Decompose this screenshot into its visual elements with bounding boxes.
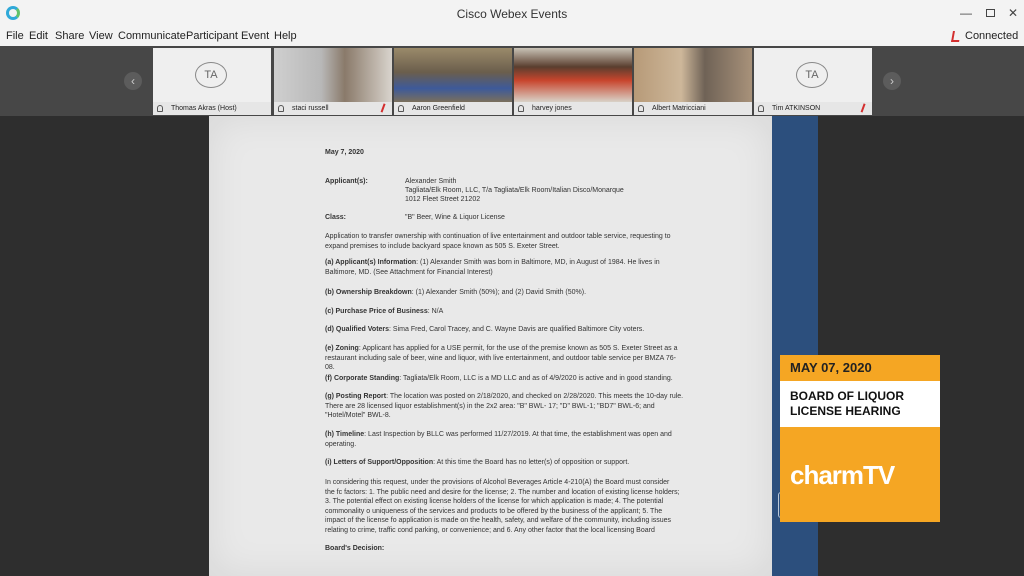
strip-prev-button[interactable]: ‹: [124, 72, 142, 90]
doc-item: (b) Ownership Breakdown: (1) Alexander S…: [325, 288, 685, 298]
maximize-button[interactable]: [980, 4, 1000, 22]
doc-considering: In considering this request, under the p…: [325, 479, 680, 534]
strip-next-button[interactable]: ›: [883, 72, 901, 90]
doc-applicant-line: Tagliata/Elk Room, LLC, T/a Tagliata/Elk…: [405, 187, 624, 194]
doc-item-label: (c) Purchase Price of Business: [325, 308, 428, 315]
participant-tile[interactable]: staci russell: [274, 48, 392, 115]
doc-item-label: (i) Letters of Support/Opposition: [325, 459, 434, 466]
participant-initials: TA: [195, 62, 227, 88]
brand-text: charmTV: [790, 455, 895, 492]
doc-item-label: (d) Qualified Voters: [325, 326, 390, 333]
menu-view[interactable]: View: [89, 30, 113, 42]
participant-name: harvey jones: [514, 102, 632, 115]
doc-class-value: "B" Beer, Wine & Liquor License: [405, 214, 505, 221]
participant-initials: TA: [796, 62, 828, 88]
menu-participant[interactable]: Participant: [186, 30, 238, 42]
doc-item-text: : (1) Alexander Smith (50%); and (2) Dav…: [411, 289, 587, 296]
microphone-icon: [758, 105, 764, 112]
connection-icon: [951, 31, 961, 42]
doc-item-label: (a) Applicant(s) Information: [325, 259, 417, 266]
participant-tile[interactable]: Aaron Greenfield: [394, 48, 512, 115]
participant-name: staci russell: [274, 102, 392, 115]
menu-file[interactable]: File: [6, 30, 24, 42]
menu-edit[interactable]: Edit: [29, 30, 48, 42]
participant-tile[interactable]: TA Thomas Akras (Host): [153, 48, 271, 115]
doc-item-label: (h) Timeline: [325, 431, 365, 438]
participant-name: Tim ATKINSON: [754, 102, 872, 115]
doc-item-label: (g) Posting Report: [325, 393, 387, 400]
doc-class-label: Class:: [325, 214, 347, 221]
title-bar: Cisco Webex Events — ✕: [0, 0, 1024, 28]
doc-intro: Application to transfer ownership with c…: [325, 233, 671, 250]
participant-video: [634, 48, 752, 102]
doc-item: (h) Timeline: Last Inspection by BLLC wa…: [325, 430, 685, 449]
doc-decision: Board's Decision:: [325, 545, 385, 552]
microphone-icon: [518, 105, 524, 112]
participant-name: Aaron Greenfield: [394, 102, 512, 115]
doc-applicant-label: Applicant(s):: [325, 178, 368, 185]
doc-item-text: : Tagliata/Elk Room, LLC is a MD LLC and…: [399, 375, 673, 382]
doc-date: May 7, 2020: [325, 149, 364, 156]
doc-item-text: : N/A: [427, 308, 444, 315]
doc-applicant-line: 1012 Fleet Street 21202: [405, 196, 481, 203]
doc-item-text: : Last Inspection by BLLC was performed …: [325, 431, 672, 448]
microphone-icon: [157, 105, 163, 112]
doc-item-label: (f) Corporate Standing: [325, 375, 400, 382]
webex-window: Cisco Webex Events — ✕ File Edit Share V…: [0, 0, 1024, 576]
charmtv-logo: charmTV: [780, 427, 940, 522]
participant-video: TA: [153, 48, 271, 102]
connection-status: Connected: [965, 30, 1019, 42]
menu-bar: File Edit Share View Communicate Partici…: [0, 28, 1024, 46]
overlay-title-line: BOARD OF LIQUOR: [790, 389, 904, 403]
participant-tile[interactable]: Albert Matricciani: [634, 48, 752, 115]
overlay-title: BOARD OF LIQUOR LICENSE HEARING: [780, 381, 940, 427]
doc-item: (f) Corporate Standing: Tagliata/Elk Roo…: [325, 374, 685, 384]
menu-event[interactable]: Event: [241, 30, 269, 42]
overlay-date: MAY 07, 2020: [780, 355, 940, 381]
maximize-icon: [985, 9, 995, 17]
microphone-icon: [278, 105, 284, 112]
brand-suffix: TV: [863, 460, 895, 490]
doc-item: (c) Purchase Price of Business: N/A: [325, 307, 685, 317]
doc-item: (e) Zoning: Applicant has applied for a …: [325, 344, 685, 373]
microphone-icon: [638, 105, 644, 112]
menu-help[interactable]: Help: [274, 30, 297, 42]
menu-communicate[interactable]: Communicate: [118, 30, 186, 42]
participant-strip: ‹ TA Thomas Akras (Host) staci russell A…: [0, 46, 1024, 116]
participant-video: [514, 48, 632, 102]
participant-video: TA: [754, 48, 872, 102]
minimize-button[interactable]: —: [956, 4, 976, 22]
window-title: Cisco Webex Events: [456, 7, 568, 21]
participant-video: [394, 48, 512, 102]
participant-tile[interactable]: TA Tim ATKINSON: [754, 48, 872, 115]
participant-video: [274, 48, 392, 102]
overlay-title-line: LICENSE HEARING: [790, 404, 901, 418]
doc-item-text: : At this time the Board has no letter(s…: [433, 459, 630, 466]
doc-item: (d) Qualified Voters: Sima Fred, Carol T…: [325, 325, 685, 335]
doc-item-label: (b) Ownership Breakdown: [325, 289, 412, 296]
close-button[interactable]: ✕: [1003, 4, 1023, 22]
doc-item-label: (e) Zoning: [325, 345, 359, 352]
brand-name: charm: [790, 460, 864, 490]
doc-item-text: : Applicant has applied for a USE permit…: [325, 345, 678, 371]
microphone-icon: [398, 105, 404, 112]
menu-share[interactable]: Share: [55, 30, 84, 42]
participant-name: Albert Matricciani: [634, 102, 752, 115]
doc-item: (i) Letters of Support/Opposition: At th…: [325, 458, 685, 468]
doc-item-text: : Sima Fred, Carol Tracey, and C. Wayne …: [389, 326, 645, 333]
doc-applicant-line: Alexander Smith: [405, 178, 457, 185]
doc-item: (g) Posting Report: The location was pos…: [325, 392, 685, 421]
participant-name: Thomas Akras (Host): [153, 102, 271, 115]
doc-item: (a) Applicant(s) Information: (1) Alexan…: [325, 258, 685, 277]
participant-tile[interactable]: harvey jones: [514, 48, 632, 115]
